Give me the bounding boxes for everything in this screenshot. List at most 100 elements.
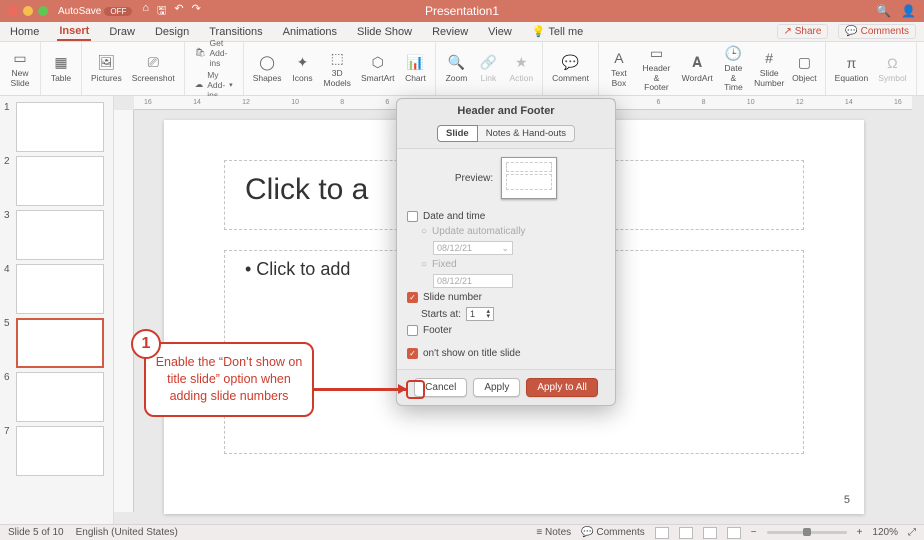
tab-review[interactable]: Review — [430, 24, 470, 40]
thumb-5[interactable]: 5 — [0, 316, 113, 370]
smartart-button[interactable]: ⬡SmartArt — [358, 52, 398, 85]
dont-show-check[interactable]: ✓ — [407, 348, 418, 359]
thumb-3[interactable]: 3 — [0, 208, 113, 262]
status-slide: Slide 5 of 10 — [8, 527, 64, 538]
apply-button[interactable]: Apply — [473, 378, 520, 397]
dialog-tab-slide[interactable]: Slide — [437, 125, 478, 142]
ribbon: ▭New Slide ▦Table 🖼Pictures ⎚Screenshot … — [0, 42, 924, 96]
thumb-4[interactable]: 4 — [0, 262, 113, 316]
comment-button[interactable]: 💬Comment — [549, 52, 592, 85]
autosave-label: AutoSave — [58, 6, 101, 17]
update-auto-row: ○Update automatically — [407, 224, 605, 239]
annotation-callout: 1 Enable the “Don’t show on title slide”… — [144, 342, 314, 417]
minimize-icon[interactable] — [23, 6, 33, 16]
search-icon[interactable]: 🔍 — [876, 4, 891, 18]
thumb-6[interactable]: 6 — [0, 370, 113, 424]
get-addins-button[interactable]: 🛍Get Add-ins — [195, 38, 233, 68]
object-button[interactable]: ▢Object — [790, 52, 819, 85]
view-sorter-icon[interactable] — [679, 527, 693, 539]
new-slide-button[interactable]: ▭New Slide — [6, 47, 34, 90]
thumb-1[interactable]: 1 — [0, 100, 113, 154]
addins-group: 🛍Get Add-ins ☁My Add-ins▾ — [191, 36, 237, 102]
ribbon-tabs: Home Insert Draw Design Transitions Anim… — [0, 22, 924, 42]
date-time-button[interactable]: 🕒Date & Time — [718, 42, 748, 94]
redo-icon[interactable]: ↷ — [192, 2, 201, 21]
comments-button[interactable]: 💬 Comments — [838, 24, 916, 39]
wordart-button[interactable]: 𝐀WordArt — [680, 52, 715, 85]
text-box-button[interactable]: AText Box — [605, 47, 633, 90]
annotation-arrow — [314, 388, 406, 391]
zoom-slider[interactable] — [767, 531, 847, 534]
annotation-text: Enable the “Don’t show on title slide” o… — [154, 354, 304, 405]
slide-number-row[interactable]: ✓Slide number — [407, 290, 605, 305]
fixed-row: ○Fixed — [407, 257, 605, 272]
icons-button[interactable]: ✦Icons — [289, 52, 317, 85]
status-bar: Slide 5 of 10 English (United States) ≡ … — [0, 524, 924, 540]
equation-button[interactable]: πEquation — [832, 52, 872, 85]
header-footer-button[interactable]: ▭Header & Footer — [637, 42, 676, 94]
tab-slideshow[interactable]: Slide Show — [355, 24, 414, 40]
dialog-tab-notes[interactable]: Notes & Hand-outs — [478, 125, 575, 142]
undo-icon[interactable]: ↶ — [174, 2, 183, 21]
symbol-button[interactable]: ΩSymbol — [875, 52, 909, 85]
autosave-toggle[interactable]: OFF — [104, 7, 132, 16]
dialog-title: Header and Footer — [397, 99, 615, 123]
tab-draw[interactable]: Draw — [107, 24, 137, 40]
zoom-in-icon[interactable]: + — [857, 527, 863, 538]
slide-number-button[interactable]: #Slide Number — [752, 47, 786, 90]
fit-to-window-icon[interactable]: ⤢ — [908, 527, 916, 538]
status-language[interactable]: English (United States) — [76, 527, 178, 538]
window-controls — [8, 6, 48, 16]
annotation-number: 1 — [131, 329, 161, 359]
view-normal-icon[interactable] — [655, 527, 669, 539]
apply-all-button[interactable]: Apply to All — [526, 378, 597, 397]
preview-thumbnail — [501, 157, 557, 199]
date-time-row[interactable]: Date and time — [407, 209, 605, 224]
date-time-check[interactable] — [407, 211, 418, 222]
tab-tellme[interactable]: 💡 Tell me — [530, 23, 585, 40]
zoom-button[interactable]: 🔍Zoom — [442, 52, 470, 85]
my-addins-button[interactable]: ☁My Add-ins▾ — [195, 70, 233, 100]
preview-label: Preview: — [455, 173, 493, 184]
view-slideshow-icon[interactable] — [727, 527, 741, 539]
titlebar: AutoSave OFF ⌂ 🖫 ↶ ↷ Presentation1 🔍 👤 — [0, 0, 924, 22]
3d-models-button[interactable]: ⬚3D Models — [321, 47, 354, 90]
zoom-out-icon[interactable]: − — [751, 527, 757, 538]
save-icon[interactable]: 🖫 — [157, 2, 166, 21]
share-button[interactable]: ↗ Share — [777, 24, 829, 39]
pictures-button[interactable]: 🖼Pictures — [88, 52, 125, 85]
thumb-7[interactable]: 7 — [0, 424, 113, 478]
tab-design[interactable]: Design — [153, 24, 191, 40]
slide-number-check[interactable]: ✓ — [407, 292, 418, 303]
comments-pane-button[interactable]: 💬 Comments — [581, 527, 645, 538]
tab-home[interactable]: Home — [8, 24, 41, 40]
auto-date-field: 08/12/21⌄ — [433, 241, 513, 255]
shapes-button[interactable]: ◯Shapes — [250, 52, 285, 85]
footer-row[interactable]: Footer — [407, 323, 605, 338]
table-button[interactable]: ▦Table — [47, 52, 75, 85]
close-icon[interactable] — [8, 6, 18, 16]
document-title: Presentation1 — [425, 4, 499, 18]
tab-view[interactable]: View — [486, 24, 514, 40]
view-reading-icon[interactable] — [703, 527, 717, 539]
home-icon[interactable]: ⌂ — [142, 2, 149, 21]
starts-at-row: Starts at: 1▴▾ — [407, 305, 605, 323]
maximize-icon[interactable] — [38, 6, 48, 16]
screenshot-button[interactable]: ⎚Screenshot — [129, 52, 178, 85]
thumb-2[interactable]: 2 — [0, 154, 113, 208]
tab-insert[interactable]: Insert — [57, 23, 91, 41]
zoom-level[interactable]: 120% — [872, 527, 898, 538]
chart-button[interactable]: 📊Chart — [401, 52, 429, 85]
user-icon[interactable]: 👤 — [901, 4, 916, 18]
footer-check[interactable] — [407, 325, 418, 336]
header-footer-dialog: Header and Footer Slide Notes & Hand-out… — [396, 98, 616, 406]
starts-at-stepper[interactable]: 1▴▾ — [466, 307, 494, 321]
action-button[interactable]: ★Action — [506, 52, 536, 85]
slide-thumbnails[interactable]: 1 2 3 4 5 6 7 — [0, 96, 114, 524]
notes-button[interactable]: ≡ Notes — [536, 527, 571, 538]
link-button[interactable]: 🔗Link — [474, 52, 502, 85]
dialog-tabs: Slide Notes & Hand-outs — [397, 125, 615, 142]
tab-animations[interactable]: Animations — [281, 24, 339, 40]
dont-show-row[interactable]: ✓on't show on title slide — [407, 346, 605, 361]
slide-page-number: 5 — [844, 494, 850, 506]
